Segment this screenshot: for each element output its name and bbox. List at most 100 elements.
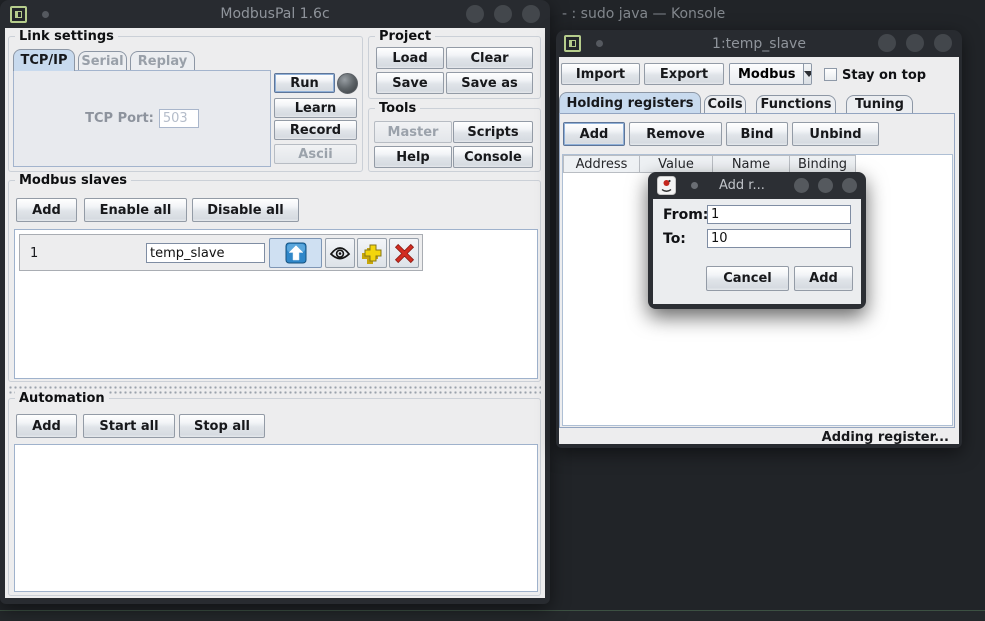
modbus-mode-value: Modbus [730,64,803,84]
window-menu-icon[interactable] [10,6,27,23]
stop-all-button[interactable]: Stop all [179,414,265,438]
modbuspal-window: ModbusPal 1.6c Link settings TCP/IP Seri… [0,0,550,604]
disable-all-button[interactable]: Disable all [192,198,299,222]
slave-window-title: 1:temp_slave [616,36,902,52]
to-input[interactable] [707,229,851,248]
column-header-value[interactable]: Value [640,155,713,173]
to-label: To: [663,231,686,247]
stay-on-top-label: Stay on top [842,68,926,83]
tools-title: Tools [375,101,420,116]
from-label: From: [663,207,708,223]
clear-button[interactable]: Clear [446,47,533,69]
project-group: Project Load Clear Save Save as [368,36,541,99]
window-menu-glyph [15,11,22,18]
register-add-button[interactable]: Add [563,122,625,146]
slave-row[interactable]: 1 [19,234,423,271]
link-settings-group: Link settings TCP/IP Serial Replay TCP P… [8,36,363,172]
modbus-mode-select[interactable]: Modbus [729,63,812,85]
modbus-slaves-title: Modbus slaves [15,173,131,188]
load-button[interactable]: Load [376,47,444,69]
combo-arrow-icon[interactable] [803,64,812,84]
slave-enabled-toggle[interactable] [269,238,322,268]
window-menu-icon[interactable] [564,35,581,52]
plus-icon [362,243,383,264]
column-header-binding[interactable]: Binding [790,155,856,173]
window-title: ModbusPal 1.6c [60,6,490,22]
slave-name-input[interactable] [146,243,265,263]
window-menu-glyph [569,40,576,47]
start-all-button[interactable]: Start all [83,414,175,438]
dialog-title: Add r... [719,178,765,193]
column-header-address[interactable]: Address [563,155,640,173]
x-icon [394,243,415,264]
up-arrow-icon [285,242,307,264]
minimize-button[interactable] [466,5,484,23]
close-button[interactable] [522,5,540,23]
tcp-port-label: TCP Port: [85,111,154,126]
window-pin-icon[interactable] [596,40,603,47]
status-bar: Adding register... [559,430,957,444]
column-header-name[interactable]: Name [713,155,790,173]
modbuspal-titlebar[interactable]: ModbusPal 1.6c [0,0,550,28]
dialog-minimize-button[interactable] [794,178,809,193]
desktop: - : sudo java — Konsole ModbusPal 1.6c L… [0,0,985,621]
automation-title: Automation [15,391,109,406]
dialog-add-button[interactable]: Add [794,266,853,291]
import-button[interactable]: Import [561,63,640,85]
slave-id: 1 [30,246,38,261]
save-as-button[interactable]: Save as [446,72,533,94]
help-button[interactable]: Help [374,146,452,168]
dialog-maximize-button[interactable] [818,178,833,193]
export-button[interactable]: Export [644,63,724,85]
link-status-led [337,73,358,94]
maximize-button[interactable] [494,5,512,23]
tab-replay[interactable]: Replay [130,51,195,71]
tab-functions[interactable]: Functions [756,95,836,113]
add-registers-dialog: Add r... From: To: Cancel Add [648,172,866,309]
eye-icon [329,246,351,261]
dialog-content: From: To: Cancel Add [653,199,861,304]
ascii-button[interactable]: Ascii [274,144,357,164]
minimize-button[interactable] [878,34,896,52]
run-button[interactable]: Run [274,73,335,93]
dialog-close-button[interactable] [842,178,857,193]
slave-delete-button[interactable] [389,238,419,268]
tab-holding-registers[interactable]: Holding registers [559,92,701,113]
dialog-app-icon [657,176,676,195]
automation-list [14,444,538,592]
register-remove-button[interactable]: Remove [629,122,722,146]
register-bind-button[interactable]: Bind [726,122,788,146]
modbus-slaves-group: Modbus slaves Add Enable all Disable all… [8,180,541,382]
close-button[interactable] [934,34,952,52]
console-button[interactable]: Console [453,146,533,168]
master-button[interactable]: Master [374,121,452,143]
scripts-button[interactable]: Scripts [453,121,533,143]
automation-group: Automation Add Start all Stop all [8,398,541,596]
tab-tuning[interactable]: Tuning [846,95,913,113]
record-button[interactable]: Record [274,120,357,140]
tab-serial[interactable]: Serial [78,51,127,71]
stay-on-top-checkbox[interactable] [824,68,837,81]
from-input[interactable] [707,205,851,224]
dialog-pin-icon[interactable] [691,182,698,189]
register-unbind-button[interactable]: Unbind [792,122,879,146]
tcp-port-input[interactable] [159,109,199,128]
dialog-cancel-button[interactable]: Cancel [706,266,789,291]
tcpip-tab-panel: TCP Port: [13,70,271,167]
konsole-bottom-edge [0,610,985,621]
slave-add-button[interactable]: Add [16,198,77,222]
konsole-window-title: - : sudo java — Konsole [562,6,725,22]
learn-button[interactable]: Learn [274,98,357,118]
slave-visibility-button[interactable] [325,238,355,268]
save-button[interactable]: Save [376,72,444,94]
enable-all-button[interactable]: Enable all [84,198,187,222]
automation-add-button[interactable]: Add [16,414,77,438]
tab-coils[interactable]: Coils [704,95,746,113]
slave-window-titlebar[interactable]: 1:temp_slave [556,30,962,57]
link-settings-title: Link settings [15,29,118,44]
slave-add-register-button[interactable] [357,238,387,268]
window-pin-icon[interactable] [42,11,49,18]
maximize-button[interactable] [906,34,924,52]
tab-tcpip[interactable]: TCP/IP [13,49,75,71]
dialog-titlebar[interactable]: Add r... [653,172,861,199]
